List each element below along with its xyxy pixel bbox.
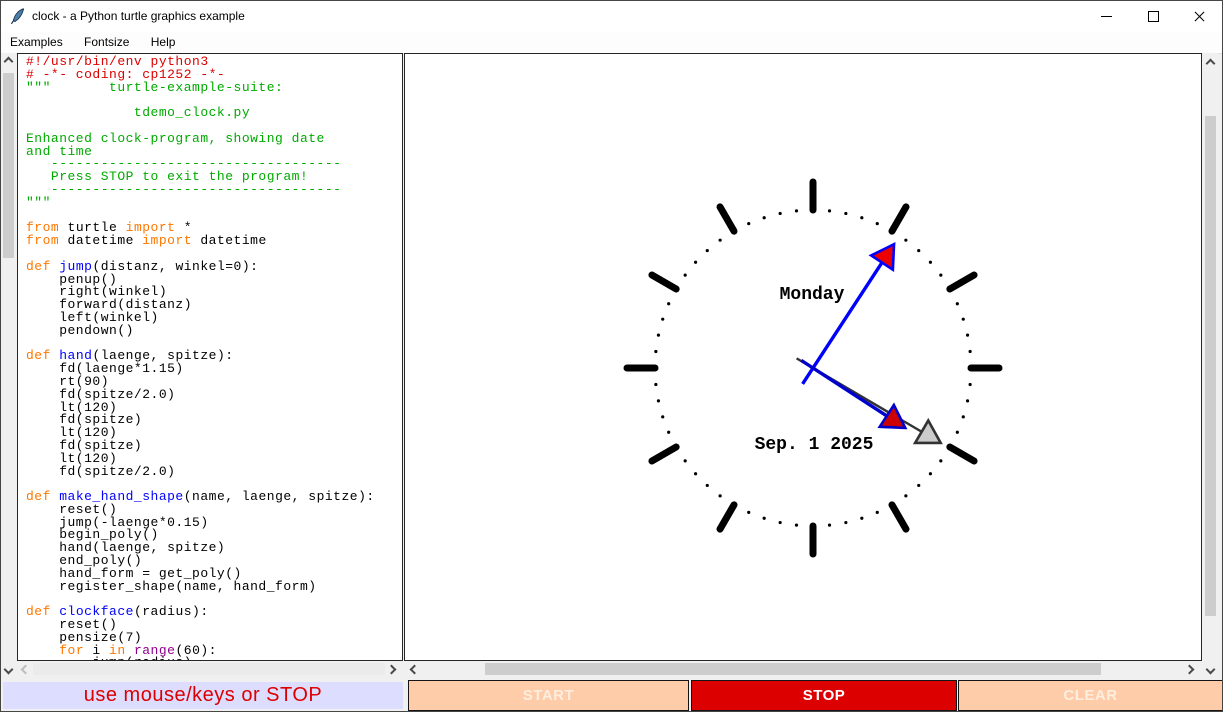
scroll-right-arrow[interactable] (1184, 662, 1199, 677)
canvas-vertical-scrollbar[interactable] (1203, 53, 1218, 678)
footer-bar: use mouse/keys or STOP START STOP CLEAR (1, 678, 1222, 711)
scroll-left-arrow[interactable] (406, 662, 421, 677)
menu-examples[interactable]: Examples (1, 32, 72, 53)
canvas-vscroll-thumb[interactable] (1205, 116, 1216, 616)
scroll-up-arrow[interactable] (1203, 55, 1218, 70)
status-label: use mouse/keys or STOP (3, 682, 403, 709)
scroll-down-arrow[interactable] (1203, 663, 1218, 678)
second-hand-arrow (912, 417, 943, 445)
close-button[interactable] (1176, 1, 1222, 31)
code-text: #!/usr/bin/env python3 # -*- coding: cp12… (26, 54, 375, 660)
canvas-horizontal-scrollbar[interactable] (404, 661, 1202, 678)
window-title: clock - a Python turtle graphics example (32, 9, 245, 23)
turtle-canvas[interactable]: Monday Sep. 1 2025 (404, 53, 1202, 661)
tk-feather-icon (10, 8, 25, 25)
source-code-panel[interactable]: #!/usr/bin/env python3 # -*- coding: cp12… (17, 53, 403, 661)
code-vertical-scrollbar[interactable] (1, 53, 16, 678)
code-horizontal-scrollbar[interactable] (17, 661, 403, 678)
maximize-button[interactable] (1130, 1, 1176, 31)
canvas-hscroll-thumb[interactable] (485, 663, 1101, 675)
scroll-up-arrow[interactable] (1, 53, 16, 68)
minimize-button[interactable] (1084, 1, 1130, 31)
code-hscroll-thumb[interactable] (33, 663, 385, 675)
clock-drawing: Monday Sep. 1 2025 (623, 178, 1003, 558)
svg-text:Monday: Monday (780, 285, 845, 305)
code-vscroll-thumb[interactable] (3, 73, 14, 258)
title-bar: clock - a Python turtle graphics example (1, 1, 1222, 32)
menu-help[interactable]: Help (142, 32, 185, 53)
menu-fontsize[interactable]: Fontsize (75, 32, 138, 53)
app-window: clock - a Python turtle graphics example… (0, 0, 1223, 712)
menu-bar: Examples Fontsize Help (1, 32, 1222, 54)
minute-hand (801, 261, 884, 385)
clear-button[interactable]: CLEAR (958, 680, 1222, 711)
scroll-right-arrow[interactable] (386, 662, 401, 677)
scroll-left-arrow[interactable] (17, 662, 32, 677)
minute-hand-arrow (868, 242, 896, 273)
hour-hand (800, 358, 888, 418)
start-button[interactable]: START (408, 680, 689, 711)
stop-button[interactable]: STOP (691, 680, 957, 711)
scroll-down-arrow[interactable] (1, 663, 16, 678)
svg-text:Sep. 1 2025: Sep. 1 2025 (755, 435, 874, 455)
